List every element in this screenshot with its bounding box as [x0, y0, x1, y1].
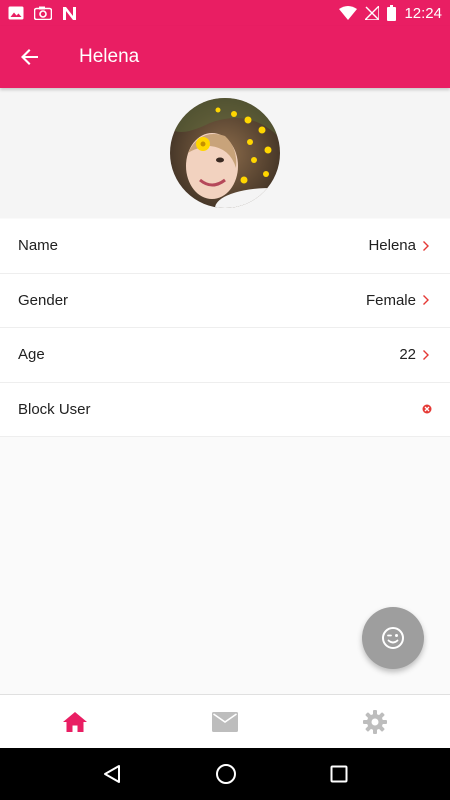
row-label: Block User — [18, 400, 91, 418]
back-triangle-icon[interactable] — [102, 764, 122, 784]
row-label: Age — [18, 346, 45, 364]
age-row[interactable]: Age 22 — [0, 328, 450, 383]
chevron-right-icon — [422, 294, 432, 306]
arrow-back-icon — [21, 49, 38, 65]
bottom-navigation — [0, 694, 450, 748]
screen: 12:24 Helena Name Helena Gender Female A… — [0, 0, 450, 800]
page-title: Helena — [79, 46, 140, 67]
profile-photo — [170, 98, 280, 208]
no-signal-icon — [365, 6, 380, 20]
profile-header — [0, 88, 450, 218]
avatar[interactable] — [170, 98, 280, 208]
chevron-right-icon — [422, 349, 432, 361]
block-user-row[interactable]: Block User — [0, 383, 450, 437]
nav-settings[interactable] — [300, 695, 450, 748]
row-value: 22 — [399, 346, 416, 364]
home-icon — [63, 711, 87, 732]
wifi-icon — [339, 6, 358, 20]
nav-home[interactable] — [0, 695, 150, 748]
status-notifications — [8, 6, 77, 21]
battery-icon — [387, 5, 397, 21]
status-system: 12:24 — [339, 5, 442, 22]
name-row[interactable]: Name Helena — [0, 219, 450, 274]
nav-messages[interactable] — [150, 695, 300, 748]
camera-icon — [34, 6, 52, 20]
status-bar: 12:24 — [0, 0, 450, 26]
mail-icon — [212, 711, 238, 732]
system-navigation-bar — [0, 748, 450, 800]
profile-details-list: Name Helena Gender Female Age 22 Block U… — [0, 219, 450, 437]
back-button[interactable] — [0, 26, 60, 88]
settings-icon — [363, 709, 387, 734]
row-label: Name — [18, 237, 59, 255]
recents-square-icon[interactable] — [330, 765, 348, 783]
block-user-icon[interactable] — [422, 404, 432, 414]
row-value: Female — [365, 291, 416, 309]
chevron-right-icon — [422, 240, 432, 252]
home-circle-icon[interactable] — [215, 763, 237, 785]
emoji-fab[interactable] — [362, 607, 424, 669]
row-label: Gender — [18, 291, 69, 309]
row-value: Helena — [368, 237, 416, 255]
gallery-icon — [8, 6, 24, 20]
gender-row[interactable]: Gender Female — [0, 274, 450, 328]
n-icon — [63, 6, 76, 20]
status-time: 12:24 — [404, 4, 442, 22]
app-bar: Helena — [0, 26, 450, 88]
wink-emoji-icon — [382, 627, 404, 649]
